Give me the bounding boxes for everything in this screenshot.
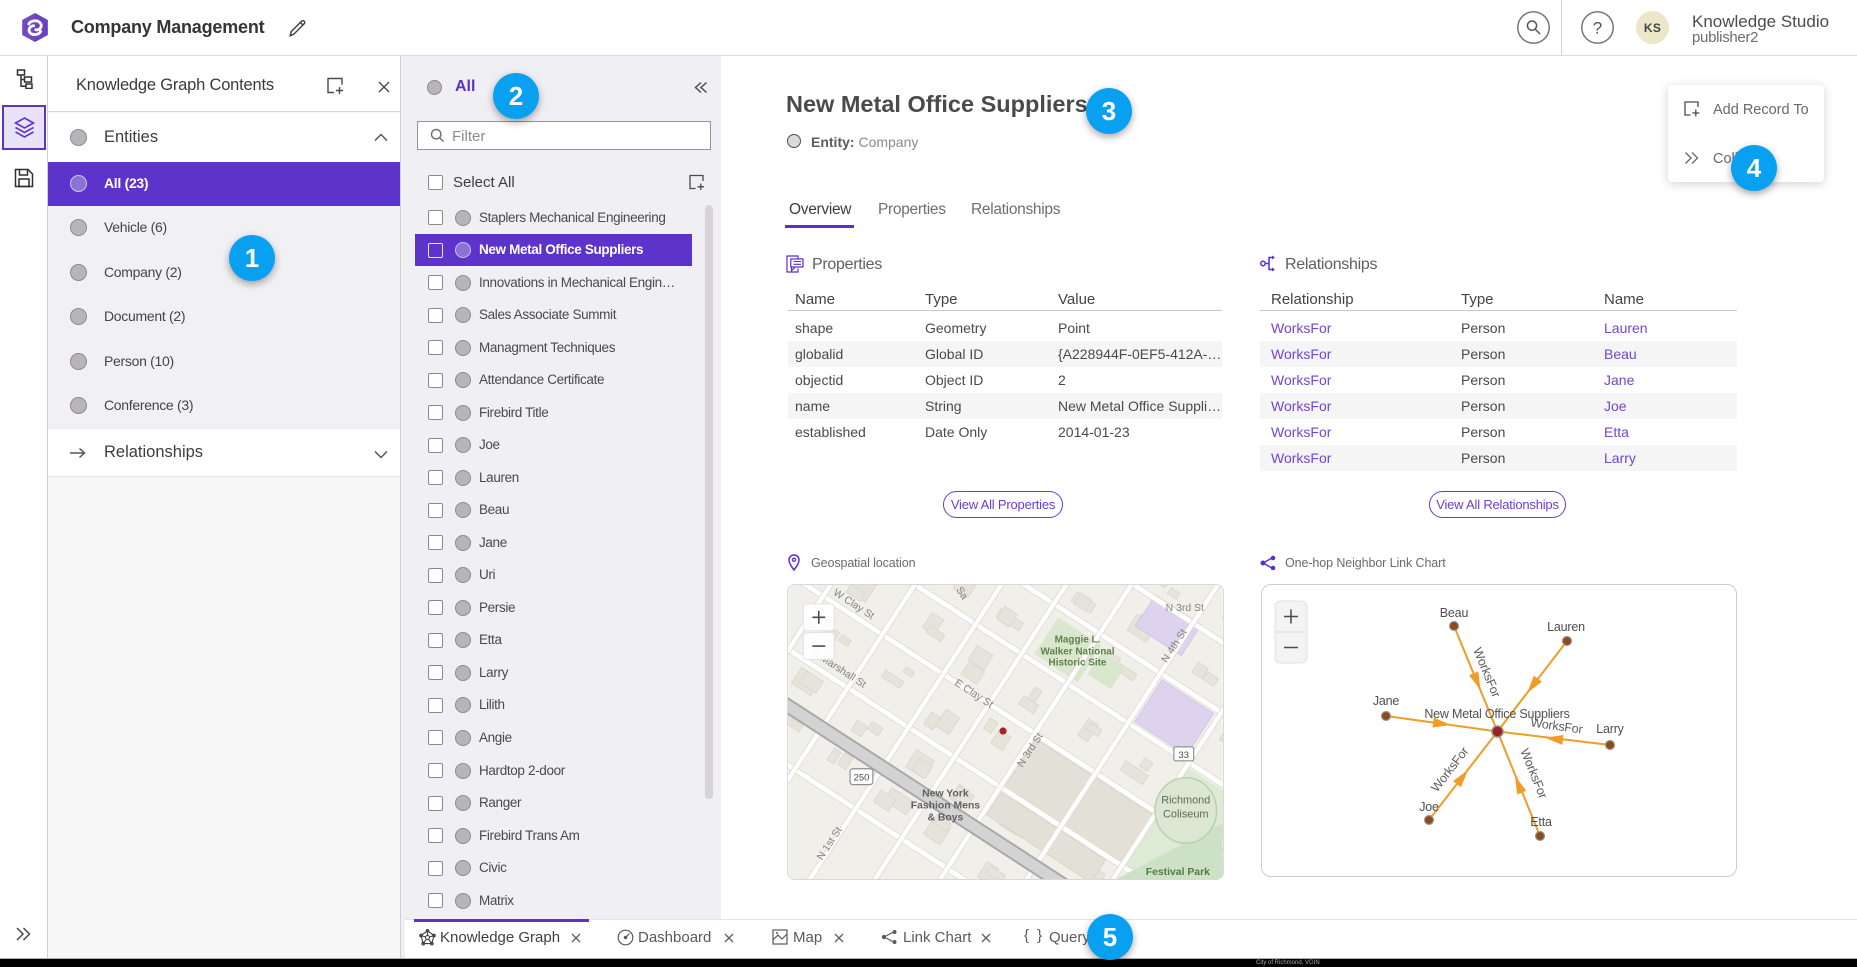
svg-text:Coliseum: Coliseum (1163, 808, 1208, 820)
svg-text:Walker National: Walker National (1040, 647, 1114, 658)
svg-text:?: ? (1593, 19, 1602, 38)
svg-text:Festival Park: Festival Park (1146, 867, 1210, 878)
svg-text:Lauren: Lauren (1547, 620, 1585, 634)
svg-text:N 3rd St: N 3rd St (1166, 603, 1204, 614)
svg-text:Joe: Joe (1419, 800, 1439, 814)
svg-text:Larry: Larry (1596, 722, 1624, 736)
svg-text:Beau: Beau (1440, 606, 1469, 620)
svg-text:Historic Site: Historic Site (1049, 657, 1107, 668)
svg-text:WorksFor: WorksFor (1530, 715, 1584, 736)
svg-text:33: 33 (1179, 749, 1189, 760)
svg-text:Fashion Mens: Fashion Mens (911, 800, 981, 811)
svg-text:Maggie L.: Maggie L. (1055, 635, 1101, 646)
svg-text:250: 250 (854, 772, 870, 783)
svg-text:Jane: Jane (1373, 694, 1400, 708)
svg-text:WorksFor: WorksFor (1428, 745, 1471, 795)
svg-text:WorksFor: WorksFor (1470, 646, 1503, 700)
svg-text:New York: New York (922, 789, 969, 800)
svg-text:& Boys: & Boys (927, 812, 963, 823)
svg-text:Richmond: Richmond (1161, 795, 1210, 807)
svg-text:Etta: Etta (1530, 815, 1552, 829)
